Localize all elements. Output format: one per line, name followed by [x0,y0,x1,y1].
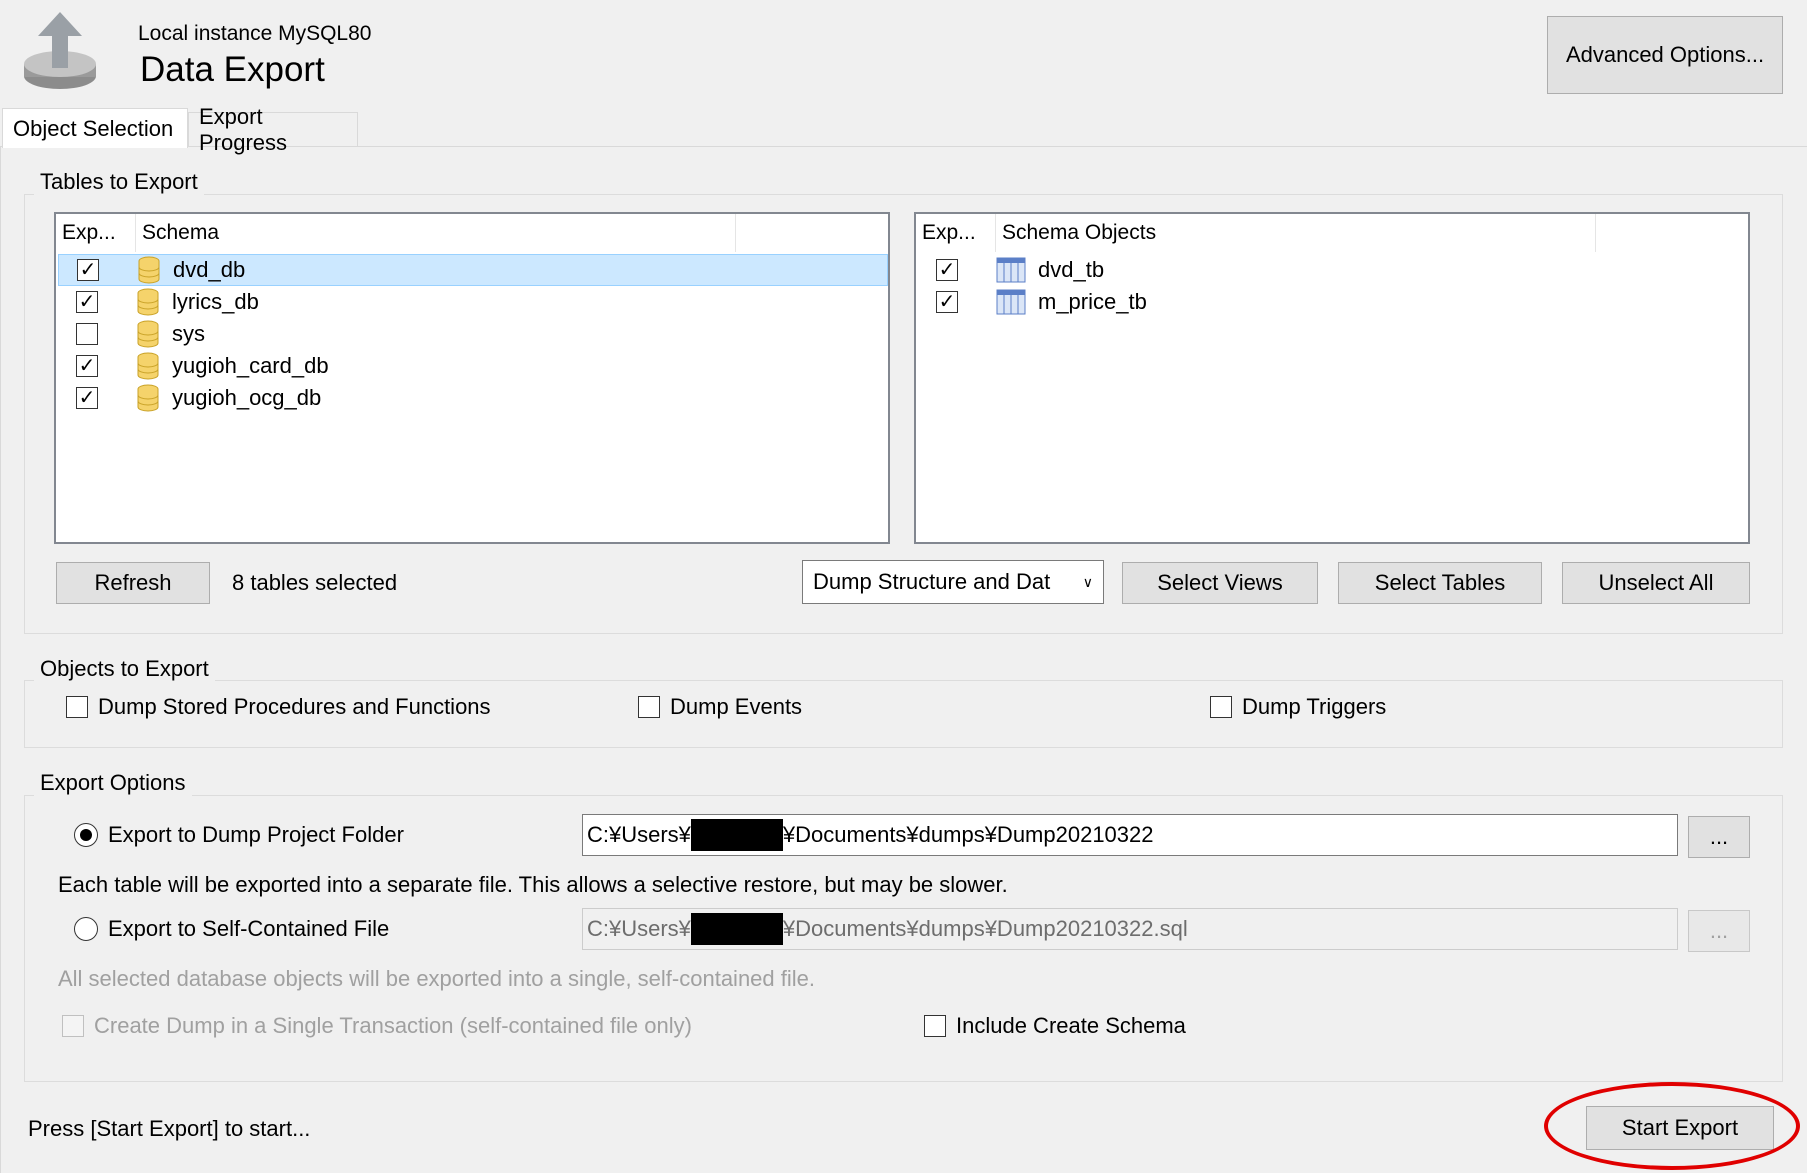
schema-checkbox[interactable]: ✓ [76,387,98,409]
object-name: m_price_tb [1038,289,1147,314]
database-icon [137,320,159,348]
export-self-contained-label: Export to Self-Contained File [108,916,390,941]
tab-label: Object Selection [13,115,174,141]
dump-events-label: Dump Events [670,694,803,719]
column-header-filler [736,214,888,252]
selected-count-label: 8 tables selected [232,570,398,595]
schema-list-header: Exp... Schema [56,214,888,252]
path-suffix: ¥Documents¥dumps¥Dump20210322.sql [782,916,1188,941]
column-header-filler [1596,214,1748,252]
schema-checkbox[interactable]: ✓ [76,291,98,313]
path-prefix: C:¥Users¥ [587,916,691,941]
instance-label: Local instance MySQL80 [138,22,372,45]
chevron-down-icon: ∨ [1082,573,1093,590]
dump-events-option[interactable]: Dump Events [638,694,802,720]
object-row-dvd-tb[interactable]: ✓ dvd_tb [918,254,1748,286]
object-name: dvd_tb [1038,257,1105,282]
redacted-username [690,819,783,851]
status-text: Press [Start Export] to start... [28,1116,311,1141]
self-contained-note: All selected database objects will be ex… [58,966,816,991]
table-icon [996,257,1026,283]
redacted-username [690,913,783,945]
browse-self-contained-button[interactable]: ... [1688,910,1750,952]
schema-name: yugioh_card_db [172,353,329,378]
export-project-folder-label: Export to Dump Project Folder [108,822,404,847]
dump-triggers-option[interactable]: Dump Triggers [1210,694,1386,720]
schema-checkbox[interactable]: ✓ [76,355,98,377]
object-checkbox[interactable]: ✓ [936,291,958,313]
column-header-schema[interactable]: Schema [136,214,736,252]
dump-mode-value: Dump Structure and Dat [813,569,1051,594]
advanced-options-button[interactable]: Advanced Options... [1547,16,1783,94]
database-icon [137,384,159,412]
single-transaction-option[interactable]: Create Dump in a Single Transaction (sel… [62,1013,692,1039]
single-transaction-checkbox[interactable] [62,1015,84,1037]
dump-stored-procedures-label: Dump Stored Procedures and Functions [98,694,491,719]
schema-row-sys[interactable]: sys [58,318,888,350]
include-create-schema-checkbox[interactable] [924,1015,946,1037]
path-suffix: ¥Documents¥dumps¥Dump20210322 [782,822,1154,847]
single-transaction-label: Create Dump in a Single Transaction (sel… [94,1013,692,1038]
schema-row-lyrics-db[interactable]: ✓ lyrics_db [58,286,888,318]
dump-mode-select[interactable]: Dump Structure and Dat ∨ [802,560,1104,604]
project-folder-path-input[interactable]: C:¥Users¥ ¥Documents¥dumps¥Dump20210322 [582,814,1678,856]
schema-name: yugioh_ocg_db [172,385,322,410]
export-self-contained-option[interactable]: Export to Self-Contained File [74,916,389,942]
object-row-m-price-tb[interactable]: ✓ m_price_tb [918,286,1748,318]
group-label: Export Options [34,770,192,796]
dump-triggers-label: Dump Triggers [1242,694,1387,719]
group-label: Tables to Export [34,169,204,195]
schema-name: sys [172,321,205,346]
tab-label: Export Progress [199,103,288,155]
database-icon [138,256,160,284]
dump-triggers-checkbox[interactable] [1210,696,1232,718]
self-contained-path-input[interactable]: C:¥Users¥ ¥Documents¥dumps¥Dump20210322.s… [582,908,1678,950]
include-create-schema-option[interactable]: Include Create Schema [924,1013,1186,1039]
object-checkbox[interactable]: ✓ [936,259,958,281]
schema-row-yugioh-ocg-db[interactable]: ✓ yugioh_ocg_db [58,382,888,414]
browse-project-folder-button[interactable]: ... [1688,816,1750,858]
schema-checkbox[interactable] [76,323,98,345]
column-header-schema-objects[interactable]: Schema Objects [996,214,1596,252]
schema-row-yugioh-card-db[interactable]: ✓ yugioh_card_db [58,350,888,382]
export-project-folder-radio[interactable] [74,823,98,847]
export-project-folder-option[interactable]: Export to Dump Project Folder [74,822,404,848]
unselect-all-button[interactable]: Unselect All [1562,562,1750,604]
table-icon [996,289,1026,315]
export-icon [22,10,100,96]
project-folder-note: Each table will be exported into a separ… [58,872,1008,897]
dump-stored-procedures-checkbox[interactable] [66,696,88,718]
group-label: Objects to Export [34,656,215,682]
dump-stored-procedures-option[interactable]: Dump Stored Procedures and Functions [66,694,491,720]
tab-export-progress[interactable]: Export Progress [188,104,358,155]
dump-events-checkbox[interactable] [638,696,660,718]
page-title: Data Export [140,50,325,89]
schema-checkbox[interactable]: ✓ [77,259,99,281]
schema-row-dvd-db[interactable]: ✓ dvd_db [58,254,888,286]
schema-objects-list-header: Exp... Schema Objects [916,214,1748,252]
path-prefix: C:¥Users¥ [587,822,691,847]
tab-object-selection[interactable]: Object Selection [2,108,188,148]
export-self-contained-radio[interactable] [74,917,98,941]
database-icon [137,352,159,380]
schema-name: lyrics_db [172,289,259,314]
schema-objects-list[interactable]: Exp... Schema Objects ✓ dvd_tb ✓ m_price… [914,212,1750,544]
include-create-schema-label: Include Create Schema [956,1013,1186,1038]
select-views-button[interactable]: Select Views [1122,562,1318,604]
refresh-button[interactable]: Refresh [56,562,210,604]
schema-list[interactable]: Exp... Schema ✓ dvd_db ✓ lyrics_db sys ✓… [54,212,890,544]
column-header-export[interactable]: Exp... [56,214,136,252]
highlight-annotation [1544,1082,1800,1170]
column-header-export[interactable]: Exp... [916,214,996,252]
database-icon [137,288,159,316]
schema-name: dvd_db [173,257,246,282]
select-tables-button[interactable]: Select Tables [1338,562,1542,604]
